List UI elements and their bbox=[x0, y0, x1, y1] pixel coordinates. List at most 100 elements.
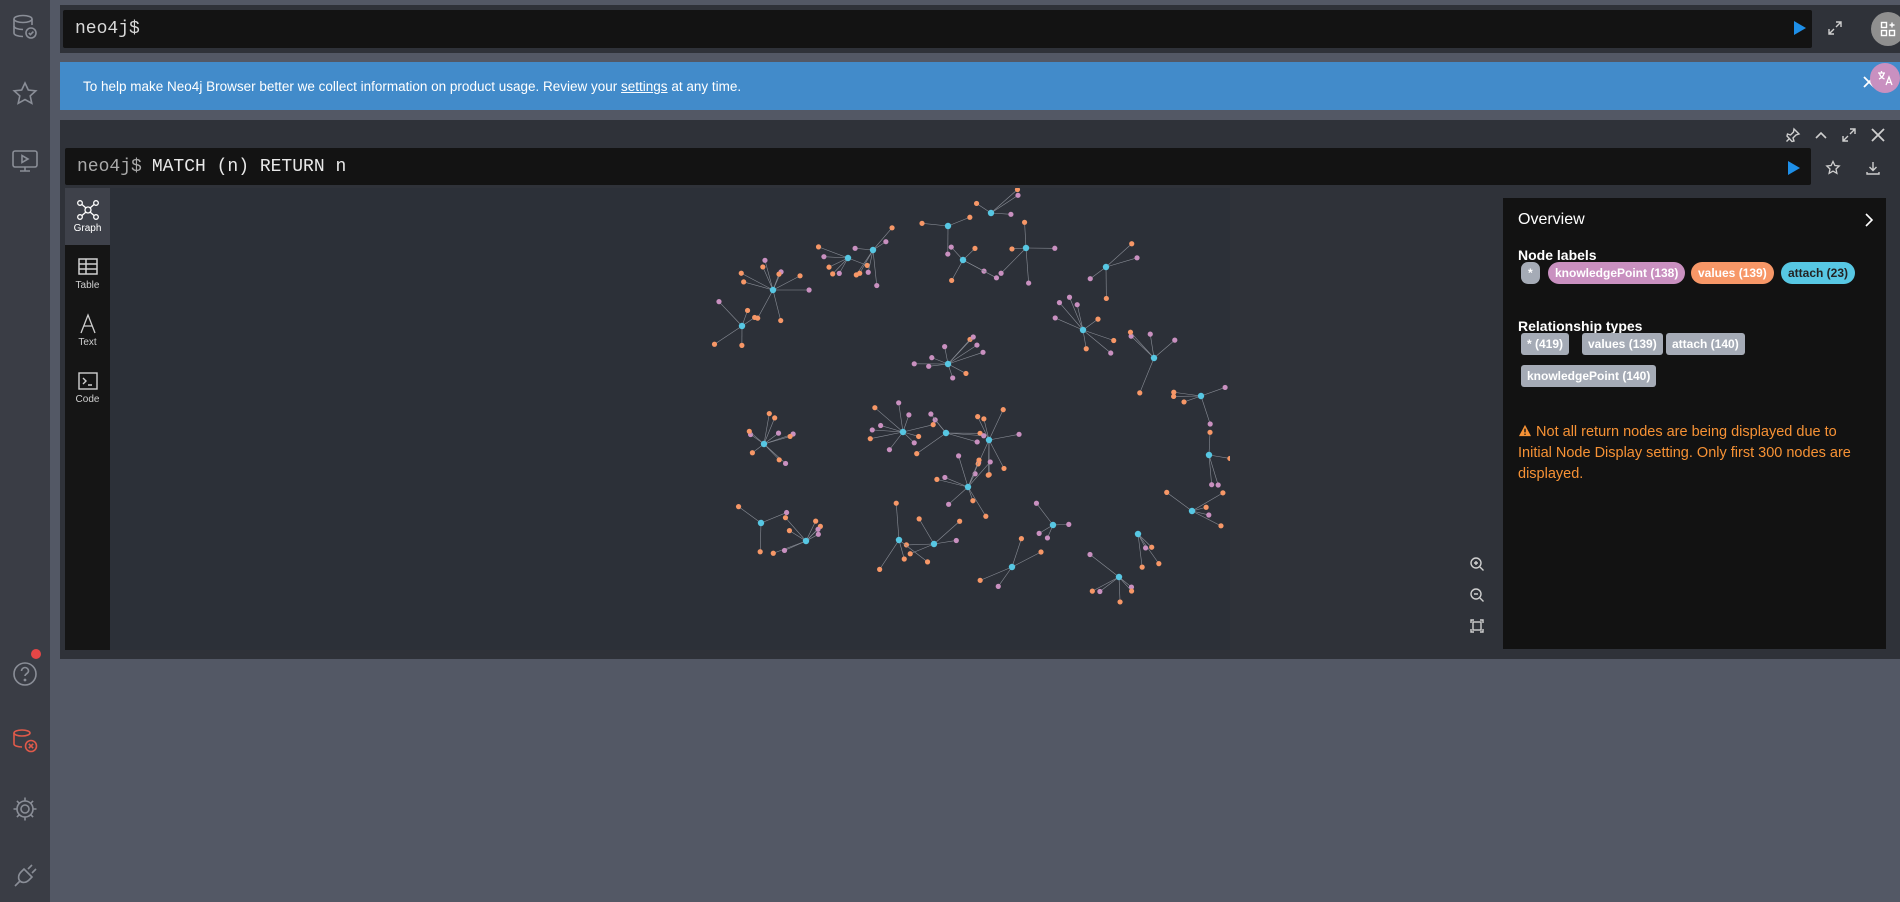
graph-node[interactable] bbox=[1203, 504, 1209, 510]
graph-node[interactable] bbox=[1103, 295, 1109, 302]
graph-node[interactable] bbox=[1181, 399, 1187, 405]
rel-type-attach[interactable]: attach (140) bbox=[1666, 333, 1745, 355]
graph-node[interactable] bbox=[926, 363, 932, 369]
node-cluster[interactable] bbox=[1164, 489, 1226, 529]
node-cluster[interactable] bbox=[711, 299, 758, 348]
graph-node[interactable] bbox=[877, 566, 883, 572]
graph-node[interactable] bbox=[1087, 551, 1093, 558]
graph-node[interactable] bbox=[1164, 489, 1170, 495]
graph-node[interactable] bbox=[916, 433, 922, 440]
graph-node[interactable] bbox=[957, 518, 963, 524]
graph-node[interactable] bbox=[963, 370, 969, 377]
graph-node-hub[interactable] bbox=[987, 209, 995, 217]
graph-node[interactable] bbox=[1222, 384, 1228, 391]
favorite-star-icon[interactable] bbox=[1825, 160, 1841, 176]
graph-node[interactable] bbox=[1147, 331, 1153, 337]
graph-node[interactable] bbox=[1117, 599, 1123, 605]
graph-node[interactable] bbox=[1137, 390, 1143, 396]
graph-node[interactable] bbox=[770, 550, 776, 556]
graph-node[interactable] bbox=[1074, 302, 1080, 308]
graph-node[interactable] bbox=[924, 559, 931, 565]
graph-node[interactable] bbox=[949, 277, 955, 284]
graph-node-hub[interactable] bbox=[944, 360, 952, 368]
graph-node[interactable] bbox=[735, 504, 742, 510]
graph-node[interactable] bbox=[934, 476, 940, 482]
graph-node[interactable] bbox=[896, 400, 902, 406]
graph-svg[interactable] bbox=[110, 186, 1233, 650]
graph-node[interactable] bbox=[916, 516, 922, 522]
graph-node[interactable] bbox=[815, 531, 821, 537]
graph-node[interactable] bbox=[1127, 329, 1134, 335]
graph-node[interactable] bbox=[830, 271, 836, 277]
graph-node[interactable] bbox=[874, 282, 880, 289]
frame-close-icon[interactable] bbox=[1870, 127, 1885, 142]
graph-node[interactable] bbox=[782, 460, 789, 467]
graph-node-hub[interactable] bbox=[942, 429, 950, 437]
graph-node-hub[interactable] bbox=[1022, 244, 1030, 252]
graph-node[interactable] bbox=[744, 307, 751, 314]
graph-node[interactable] bbox=[775, 430, 782, 436]
graph-node[interactable] bbox=[772, 415, 778, 421]
play-guide-icon[interactable] bbox=[6, 142, 44, 180]
graph-node-hub[interactable] bbox=[930, 540, 938, 548]
graph-node[interactable] bbox=[1139, 564, 1145, 570]
node-cluster[interactable] bbox=[735, 504, 790, 555]
graph-node[interactable] bbox=[762, 257, 768, 263]
graph-node[interactable] bbox=[826, 264, 832, 270]
node-cluster[interactable] bbox=[1171, 384, 1228, 427]
pin-icon[interactable] bbox=[1785, 127, 1801, 143]
node-cluster[interactable] bbox=[1134, 530, 1162, 570]
graph-node[interactable] bbox=[1052, 245, 1058, 251]
star-icon[interactable] bbox=[6, 75, 44, 113]
graph-node[interactable] bbox=[741, 279, 747, 285]
node-label-attach[interactable]: attach (23) bbox=[1781, 262, 1856, 284]
graph-node[interactable] bbox=[1015, 192, 1021, 198]
download-icon[interactable] bbox=[1865, 160, 1881, 176]
graph-node[interactable] bbox=[946, 501, 952, 507]
node-label-values[interactable]: values (139) bbox=[1691, 262, 1774, 284]
node-cluster[interactable] bbox=[1127, 329, 1178, 396]
graph-node[interactable] bbox=[987, 459, 993, 465]
node-cluster[interactable] bbox=[746, 410, 796, 467]
graph-node[interactable] bbox=[815, 526, 821, 532]
tab-text[interactable]: Text bbox=[65, 302, 110, 359]
graph-node-hub[interactable] bbox=[1049, 521, 1057, 529]
node-cluster[interactable] bbox=[948, 244, 1000, 284]
graph-node[interactable] bbox=[1083, 346, 1089, 352]
graph-node[interactable] bbox=[993, 275, 1000, 281]
node-cluster[interactable] bbox=[852, 225, 895, 289]
graph-node[interactable] bbox=[1052, 315, 1058, 321]
graph-node[interactable] bbox=[1172, 337, 1178, 343]
graph-node[interactable] bbox=[977, 577, 983, 583]
frame-run-button[interactable] bbox=[1787, 160, 1801, 176]
graph-node[interactable] bbox=[852, 245, 858, 251]
help-icon[interactable] bbox=[6, 655, 44, 693]
graph-node[interactable] bbox=[1215, 482, 1221, 488]
graph-node[interactable] bbox=[1009, 246, 1015, 252]
frame-fullscreen-icon[interactable] bbox=[1841, 127, 1856, 142]
graph-node-hub[interactable] bbox=[1188, 507, 1196, 515]
graph-node[interactable] bbox=[716, 299, 722, 305]
node-cluster[interactable] bbox=[998, 219, 1058, 286]
graph-node[interactable] bbox=[1056, 300, 1063, 306]
node-cluster[interactable] bbox=[911, 334, 986, 381]
graph-node[interactable] bbox=[865, 269, 871, 275]
fullscreen-icon[interactable] bbox=[1827, 20, 1843, 36]
node-cluster[interactable] bbox=[975, 407, 1022, 478]
disconnected-icon[interactable] bbox=[6, 722, 44, 760]
graph-node[interactable] bbox=[836, 270, 842, 276]
graph-canvas[interactable] bbox=[110, 186, 1233, 650]
graph-node[interactable] bbox=[1097, 588, 1103, 595]
graph-node[interactable] bbox=[974, 439, 980, 445]
graph-node[interactable] bbox=[1095, 316, 1101, 322]
rel-type-values[interactable]: values (139) bbox=[1582, 333, 1663, 355]
graph-node[interactable] bbox=[1044, 535, 1051, 541]
graph-node-hub[interactable] bbox=[1102, 263, 1110, 271]
editor-input[interactable]: neo4j$ bbox=[63, 10, 1812, 48]
graph-node[interactable] bbox=[878, 422, 884, 429]
graph-node[interactable] bbox=[970, 334, 976, 340]
graph-node[interactable] bbox=[752, 314, 758, 321]
graph-node-hub[interactable] bbox=[869, 246, 877, 254]
graph-node[interactable] bbox=[883, 239, 889, 245]
graph-node[interactable] bbox=[948, 244, 954, 250]
